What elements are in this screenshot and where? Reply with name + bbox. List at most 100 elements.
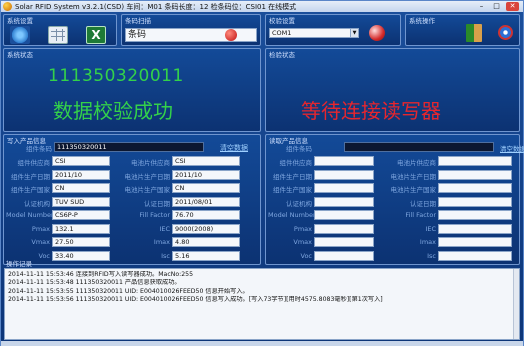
system-status-label: 系统状态 <box>7 51 33 59</box>
read-left-label: 组件生产日期 <box>273 172 312 181</box>
read-left-label: 组件生产国家 <box>273 186 312 194</box>
main-window: Solar RFID System v3.2.1(CSD) 车间：M01 条码长… <box>0 0 524 346</box>
write-left-field[interactable]: CN <box>52 183 110 193</box>
read-right-label: 电池片生产日期 <box>390 172 437 181</box>
read-left-field[interactable] <box>314 210 374 220</box>
connect-reader-icon[interactable] <box>369 25 385 41</box>
write-product-no-label: 组件条码 <box>26 145 52 153</box>
read-left-label: Vmax <box>293 238 312 246</box>
status-barcode-number: 111350320011 <box>48 66 184 86</box>
status-message-waiting: 等待连接读写器 <box>301 99 441 123</box>
log-label: 操作记录 <box>6 260 32 268</box>
system-panel-label: 系统操作 <box>409 17 435 25</box>
write-right-label: IEC <box>159 224 170 233</box>
settings-panel-label: 系统设置 <box>7 17 33 25</box>
write-info-panel: 写入产品信息 组件条码 111350320011 清空数据 组件供应商 CSI … <box>3 134 261 265</box>
read-info-panel: 读取产品信息 组件条码 清空数据 组件供应商 电池片供应商 组件生产日期 电池片… <box>265 134 524 265</box>
log-line: 2014-11-11 15:53:55 111350320011 UID: E0… <box>8 287 249 295</box>
write-right-label: Imax <box>153 238 170 246</box>
exit-door-icon[interactable] <box>466 24 482 42</box>
write-right-field[interactable]: 76.70 <box>172 210 240 220</box>
write-right-label: 电池片供应商 <box>131 159 170 167</box>
write-clear-link[interactable]: 清空数据 <box>220 143 248 153</box>
read-left-label: Pmax <box>293 224 312 233</box>
barcode-input[interactable]: 条码 <box>125 28 257 42</box>
write-left-field[interactable]: 132.1 <box>52 223 110 234</box>
table-icon[interactable] <box>48 26 68 44</box>
chevron-down-icon[interactable]: ▼ <box>350 29 358 37</box>
system-panel: 系统操作 <box>405 14 520 46</box>
write-right-field[interactable]: CSI <box>172 156 240 166</box>
write-left-label: Vmax <box>31 238 50 246</box>
read-right-label: 电池片生产国家 <box>390 186 437 194</box>
log-line: 2014-11-11 15:53:56 111350320011 UID: E0… <box>8 296 383 304</box>
read-right-field[interactable] <box>438 183 512 193</box>
read-left-field[interactable] <box>314 237 374 247</box>
write-right-label: Isc <box>161 251 170 260</box>
write-left-label: Model Number <box>6 211 54 219</box>
read-right-label: 认证日期 <box>410 199 436 208</box>
write-left-field[interactable]: 2011/10 <box>52 169 110 180</box>
write-left-label: 认证机构 <box>24 199 50 208</box>
reader-panel-label: 校验设置 <box>269 17 295 25</box>
write-right-label: 电池片生产国家 <box>124 186 171 194</box>
status-bar <box>1 341 523 346</box>
barcode-field-label: 条码 <box>128 30 147 40</box>
write-left-field[interactable]: CS6P-P <box>52 210 110 220</box>
write-left-field[interactable]: 33.40 <box>52 250 110 261</box>
settings-panel: 系统设置 X <box>3 14 117 46</box>
read-product-no-field[interactable] <box>344 142 494 152</box>
write-right-label: 电池片生产日期 <box>124 172 171 181</box>
read-right-field[interactable] <box>438 196 512 207</box>
app-logo-icon <box>3 2 12 11</box>
read-right-field[interactable] <box>438 223 512 234</box>
write-right-field[interactable]: 5.16 <box>172 250 240 261</box>
minimize-button[interactable]: – <box>475 2 488 11</box>
write-right-field[interactable]: 9000(2008) <box>172 223 240 234</box>
check-status-panel: 检验状态 等待连接读写器 <box>265 48 520 132</box>
window-title: Solar RFID System v3.2.1(CSD) 车间：M01 条码长… <box>15 3 297 11</box>
settings-icon[interactable] <box>10 26 30 44</box>
read-left-field[interactable] <box>314 223 374 234</box>
write-product-no-field[interactable]: 111350320011 <box>54 142 204 152</box>
read-right-field[interactable] <box>438 156 512 166</box>
read-right-field[interactable] <box>438 169 512 180</box>
write-left-field[interactable]: 27.50 <box>52 237 110 247</box>
read-right-field[interactable] <box>438 237 512 247</box>
com-port-select[interactable]: COM1 ▼ <box>269 28 359 38</box>
com-port-value: COM1 <box>272 29 292 37</box>
target-icon[interactable] <box>498 25 513 40</box>
write-right-field[interactable]: 2011/08/01 <box>172 196 240 207</box>
write-right-field[interactable]: 2011/10 <box>172 169 240 180</box>
write-left-label: 组件供应商 <box>17 159 51 167</box>
read-left-field[interactable] <box>314 250 374 261</box>
read-left-field[interactable] <box>314 196 374 207</box>
read-left-field[interactable] <box>314 183 374 193</box>
write-right-field[interactable]: 4.80 <box>172 237 240 247</box>
log-scrollbar[interactable] <box>513 269 519 339</box>
write-right-field[interactable]: CN <box>172 183 240 193</box>
stop-icon[interactable] <box>225 29 237 41</box>
read-left-label: Voc <box>300 251 313 260</box>
read-right-label: Isc <box>427 251 436 260</box>
log-panel[interactable]: 2014-11-11 15:53:46 连接到RFID写入读写器成功。MacNo… <box>4 268 520 340</box>
read-right-label: IEC <box>425 224 436 233</box>
read-clear-link[interactable]: 清空数据 <box>500 143 524 153</box>
close-button[interactable]: ✕ <box>506 2 519 11</box>
maximize-button[interactable]: □ <box>490 2 503 11</box>
write-left-field[interactable]: TUV SUD <box>52 196 110 207</box>
read-right-field[interactable] <box>438 210 512 220</box>
read-right-label: 电池片供应商 <box>397 159 436 167</box>
read-right-label: Imax <box>419 238 436 246</box>
read-left-field[interactable] <box>314 156 374 166</box>
write-right-label: 认证日期 <box>144 199 170 208</box>
read-right-field[interactable] <box>438 250 512 261</box>
write-left-field[interactable]: CSI <box>52 156 110 166</box>
read-left-field[interactable] <box>314 169 374 180</box>
read-left-label: Model Number <box>268 211 316 219</box>
system-status-panel: 系统状态 111350320011 数据校验成功 <box>3 48 261 132</box>
excel-export-icon[interactable]: X <box>86 26 106 44</box>
read-right-label: Fill Factor <box>405 211 436 219</box>
title-bar: Solar RFID System v3.2.1(CSD) 车间：M01 条码长… <box>1 1 523 12</box>
barcode-panel-label: 条码扫描 <box>125 17 151 25</box>
